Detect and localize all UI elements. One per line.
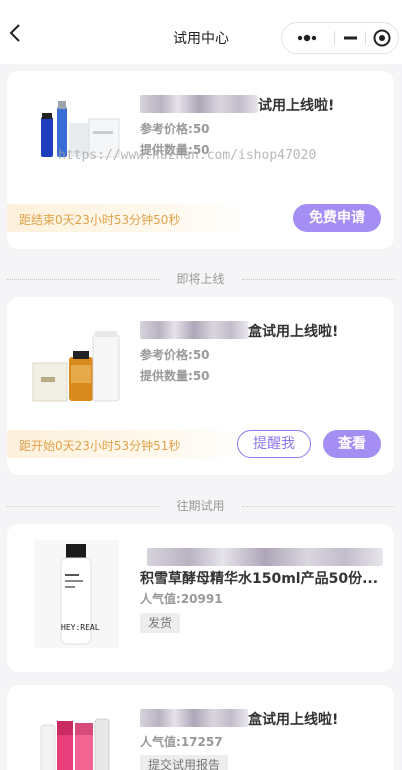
price-label: 参考价格: bbox=[140, 348, 193, 362]
card-title: 积雪草酵母精华水150ml产品50份... bbox=[140, 571, 379, 587]
quantity-value: 50 bbox=[192, 369, 210, 383]
product-image bbox=[32, 331, 120, 402]
past-trial-card[interactable]: HEY:REAL 积雪草酵母精华水150ml产品50份... 人气值:20991… bbox=[7, 524, 394, 672]
status-tag: 提交试用报告 bbox=[140, 755, 229, 770]
price-value: 50 bbox=[192, 122, 210, 136]
apply-free-button[interactable]: 免费申请 bbox=[293, 204, 381, 232]
remind-me-button[interactable]: 提醒我 bbox=[237, 430, 311, 458]
reference-price: 参考价格:50 bbox=[140, 346, 210, 363]
product-image bbox=[40, 718, 110, 770]
section-divider-upcoming: 即将上线 bbox=[7, 272, 394, 286]
countdown-bar: 距结束0天23小时53分钟50秒 bbox=[7, 204, 247, 232]
minimize-icon[interactable] bbox=[335, 23, 365, 53]
watermark: https://www.huzhan.com/ishop47020 bbox=[58, 148, 317, 163]
card-title: 盒试用上线啦! bbox=[248, 712, 339, 728]
reference-price: 参考价格:50 bbox=[140, 120, 210, 137]
more-dots-icon[interactable] bbox=[282, 23, 334, 53]
card-title: 盒试用上线啦! bbox=[248, 324, 339, 340]
popularity-label: 人气值: bbox=[140, 592, 181, 606]
navigation-bar: 试用中心 bbox=[0, 0, 402, 64]
title-redacted-blur bbox=[147, 548, 383, 566]
bottle-brand-text: HEY:REAL bbox=[61, 623, 100, 632]
popularity-label: 人气值: bbox=[140, 735, 181, 749]
countdown-text: 距开始0天23小时53分钟51秒 bbox=[19, 439, 181, 453]
popularity-value: 17257 bbox=[180, 735, 223, 749]
countdown-bar: 距开始0天23小时53分钟51秒 bbox=[7, 430, 247, 458]
price-value: 50 bbox=[192, 348, 210, 362]
view-button[interactable]: 查看 bbox=[323, 430, 381, 458]
trial-card[interactable]: 盒试用上线啦! 参考价格:50 提供数量:50 距开始0天23小时53分钟51秒… bbox=[7, 297, 394, 475]
countdown-text: 距结束0天23小时53分钟50秒 bbox=[19, 213, 181, 227]
price-label: 参考价格: bbox=[140, 122, 193, 136]
mini-program-capsule bbox=[281, 22, 399, 54]
popularity: 人气值:17257 bbox=[140, 733, 223, 750]
title-redacted-blur bbox=[140, 321, 248, 339]
popularity-value: 20991 bbox=[180, 592, 223, 606]
close-target-icon[interactable] bbox=[366, 23, 398, 53]
supply-quantity: 提供数量:50 bbox=[140, 367, 210, 384]
title-redacted-blur bbox=[140, 95, 258, 113]
popularity: 人气值:20991 bbox=[140, 590, 223, 607]
past-trial-card[interactable]: 盒试用上线啦! 人气值:17257 提交试用报告 bbox=[7, 685, 394, 770]
section-divider-past: 往期试用 bbox=[7, 499, 394, 513]
title-redacted-blur bbox=[140, 709, 248, 727]
status-tag: 发货 bbox=[140, 613, 181, 633]
quantity-label: 提供数量: bbox=[140, 369, 193, 383]
card-title: 试用上线啦! bbox=[258, 98, 335, 114]
